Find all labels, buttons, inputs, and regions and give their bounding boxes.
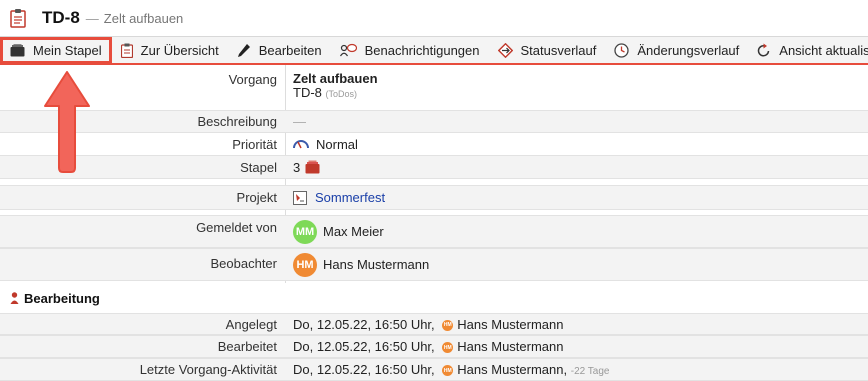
clock-icon	[614, 42, 630, 58]
vorgang-project-tag: (ToDos)	[325, 89, 358, 99]
row-beobachter: Beobachter HM Hans Mustermann	[0, 248, 868, 281]
edit-button[interactable]: Bearbeiten	[228, 37, 331, 64]
angelegt-user[interactable]: Hans Mustermann	[457, 317, 563, 332]
row-gemeldet: Gemeldet von MM Max Meier	[0, 215, 868, 248]
bearbeitet-label: Bearbeitet	[217, 339, 277, 354]
gemeldet-name[interactable]: Max Meier	[323, 224, 384, 239]
clipboard-icon	[120, 43, 133, 58]
status-history-label: Statusverlauf	[520, 42, 597, 58]
clipboard-icon	[10, 9, 26, 28]
notifications-label: Benachrichtigungen	[364, 42, 480, 58]
change-history-label: Änderungsverlauf	[637, 42, 740, 58]
letzte-aktivitaet-label: Letzte Vorgang-Aktivität	[139, 362, 277, 377]
project-icon	[293, 190, 307, 205]
bearbeitet-user[interactable]: Hans Mustermann	[457, 339, 563, 354]
my-stack-label: Mein Stapel	[33, 42, 102, 58]
letzte-aktivitaet-user[interactable]: Hans Mustermann,	[457, 362, 567, 377]
pencil-icon	[237, 43, 250, 57]
angelegt-label: Angelegt	[225, 316, 277, 332]
beschreibung-value: —	[293, 114, 306, 129]
edit-label: Bearbeiten	[258, 42, 322, 58]
stack-icon	[10, 43, 25, 56]
title-bar: TD-8 — Zelt aufbauen	[0, 0, 868, 36]
refresh-icon	[758, 43, 770, 56]
notifications-button[interactable]: Benachrichtigungen	[331, 37, 489, 64]
annotation-arrow-icon	[44, 71, 90, 173]
overview-button[interactable]: Zur Übersicht	[112, 37, 228, 64]
bearbeitet-date: Do, 12.05.22, 16:50 Uhr,	[293, 339, 435, 354]
section-bearbeitung: Bearbeitung	[0, 287, 868, 309]
refresh-view-button[interactable]: Ansicht aktualisieren	[748, 37, 868, 64]
my-stack-button[interactable]: Mein Stapel	[0, 36, 112, 64]
status-diamond-icon	[497, 42, 513, 58]
row-stapel: Stapel 3	[0, 155, 868, 179]
issue-key: TD-8	[42, 8, 80, 27]
row-bearbeitet: Bearbeitet Do, 12.05.22, 16:50 Uhr, HM Ha…	[0, 335, 868, 358]
projekt-label: Projekt	[236, 190, 277, 205]
angelegt-date: Do, 12.05.22, 16:50 Uhr,	[293, 316, 435, 332]
avatar: HM	[442, 319, 454, 331]
projekt-link[interactable]: Sommerfest	[315, 190, 385, 205]
beobachter-label: Beobachter	[210, 256, 278, 271]
section-bearbeitung-title: Bearbeitung	[24, 290, 100, 306]
stapel-value: 3	[293, 159, 301, 175]
row-beschreibung: Beschreibung —	[0, 110, 868, 133]
avatar: MM	[293, 219, 317, 244]
title-separator: —	[85, 10, 99, 26]
stack-icon[interactable]	[305, 160, 320, 174]
beobachter-name[interactable]: Hans Mustermann	[323, 257, 429, 272]
change-history-button[interactable]: Änderungsverlauf	[605, 37, 748, 64]
row-prioritaet: Priorität Normal	[0, 133, 868, 155]
overview-label: Zur Übersicht	[140, 42, 219, 58]
vorgang-key: TD-8	[293, 85, 322, 100]
toolbar: Mein Stapel Zur Übersicht Bearbeiten Ben…	[0, 36, 868, 65]
notification-icon	[339, 43, 357, 57]
user-icon	[10, 292, 19, 304]
relative-time: -22 Tage	[570, 366, 610, 377]
row-letzte-aktivitaet: Letzte Vorgang-Aktivität Do, 12.05.22, 1…	[0, 358, 868, 381]
row-projekt: Projekt Sommerfest	[0, 185, 868, 210]
row-angelegt: Angelegt Do, 12.05.22, 16:50 Uhr, HM Hans…	[0, 313, 868, 335]
prioritaet-value: Normal	[316, 136, 358, 152]
priority-gauge-icon	[293, 140, 309, 149]
refresh-view-label: Ansicht aktualisieren	[779, 42, 868, 58]
status-history-button[interactable]: Statusverlauf	[489, 37, 606, 64]
issue-summary: Zelt aufbauen	[103, 10, 184, 26]
avatar: HM	[293, 252, 317, 277]
row-vorgang: Vorgang Zelt aufbauen TD-8 (ToDos)	[0, 68, 868, 106]
gemeldet-label: Gemeldet von	[196, 220, 277, 235]
vorgang-title: Zelt aufbauen	[293, 71, 378, 86]
avatar: HM	[442, 365, 454, 377]
letzte-aktivitaet-date: Do, 12.05.22, 16:50 Uhr,	[293, 362, 435, 377]
avatar: HM	[442, 342, 454, 354]
